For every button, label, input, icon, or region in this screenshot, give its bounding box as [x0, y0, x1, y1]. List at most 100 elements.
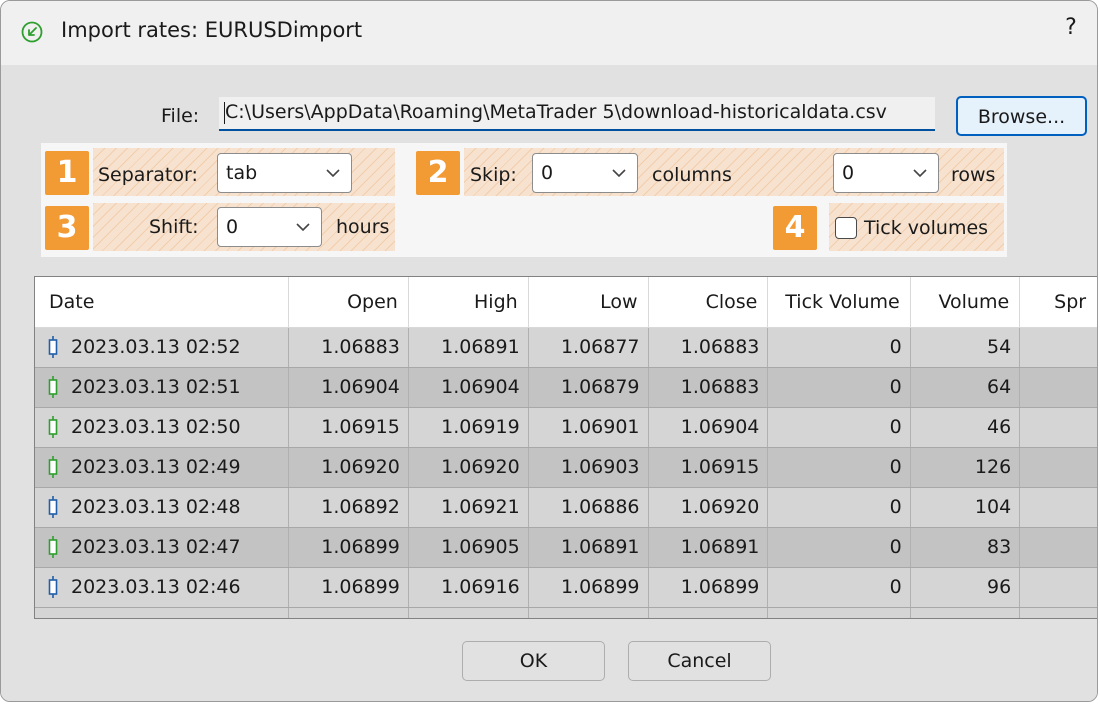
table-row[interactable]: 2023.03.13 02:50 1.06915 1.06919 1.06901 1.0… [35, 407, 1097, 448]
table-row[interactable]: 2023.03.13 02:48 1.06892 1.06921 1.06886 1.0… [35, 487, 1097, 528]
cell-tick-volume: 0 [767, 567, 911, 608]
rows-label: rows [951, 164, 996, 186]
badge-1: 1 [45, 151, 89, 195]
table-row[interactable]: 2023.03.13 02:49 1.06920 1.06920 1.06903 1.0… [35, 447, 1097, 488]
cell-date: 2023.03.13 02:48 [35, 487, 289, 528]
cell-tick-volume: 0 [767, 367, 911, 408]
cell-volume: 64 [910, 367, 1021, 408]
chevron-down-icon [296, 223, 310, 232]
shift-label: Shift: [149, 216, 199, 238]
cell-close: 1.06899 [648, 567, 769, 608]
candlestick-icon [48, 376, 58, 398]
rates-table: Date Open High Low Close Tick Volume Vol… [35, 277, 1097, 618]
cell-spread [1019, 367, 1097, 408]
cell-close: 1.06883 [648, 367, 769, 408]
separator-select[interactable]: tab [217, 153, 352, 193]
table-row[interactable]: 2023.03.13 02:46 1.06899 1.06916 1.06899 1.0… [35, 567, 1097, 608]
cell-open: 1.06920 [288, 447, 409, 488]
badge-4: 4 [773, 206, 817, 250]
cell-tick-volume: 0 [767, 447, 911, 488]
table-row[interactable]: 2023.03.13 02:47 1.06899 1.06905 1.06891 1.0… [35, 527, 1097, 568]
cell-low: 1.06879 [528, 367, 649, 408]
tick-volumes-label[interactable]: Tick volumes [864, 217, 988, 239]
cell-high: 1.06904 [408, 367, 529, 408]
shift-value: 0 [226, 216, 239, 238]
cell-open: 1.06915 [288, 407, 409, 448]
cell-empty [767, 607, 911, 618]
separator-value: tab [226, 162, 258, 184]
table-row-partial[interactable] [35, 607, 1097, 618]
candlestick-icon [48, 536, 58, 558]
separator-label: Separator: [98, 164, 198, 186]
date-text: 2023.03.13 02:46 [71, 576, 241, 598]
ok-button[interactable]: OK [462, 641, 605, 681]
cell-date: 2023.03.13 02:47 [35, 527, 289, 568]
import-arrow-icon [21, 21, 43, 43]
candlestick-icon [48, 416, 58, 438]
badge-2: 2 [416, 151, 460, 195]
shift-select[interactable]: 0 [217, 207, 322, 247]
cell-tick-volume: 0 [767, 407, 911, 448]
cell-volume: 96 [910, 567, 1021, 608]
date-text: 2023.03.13 02:50 [71, 416, 241, 438]
browse-button[interactable]: Browse... [956, 96, 1087, 136]
cell-empty [288, 607, 409, 618]
skip-columns-value: 0 [541, 162, 554, 184]
tick-volumes-checkbox[interactable] [835, 217, 857, 239]
table-row[interactable]: 2023.03.13 02:52 1.06883 1.06891 1.06877 1.0… [35, 327, 1097, 368]
cell-date: 2023.03.13 02:50 [35, 407, 289, 448]
date-text: 2023.03.13 02:49 [71, 456, 241, 478]
rates-preview-table[interactable]: Date Open High Low Close Tick Volume Vol… [34, 276, 1097, 619]
cell-high: 1.06916 [408, 567, 529, 608]
column-header-volume[interactable]: Volume [910, 277, 1021, 328]
date-text: 2023.03.13 02:48 [71, 496, 241, 518]
cell-open: 1.06892 [288, 487, 409, 528]
column-header-tick-volume[interactable]: Tick Volume [767, 277, 911, 328]
cell-date: 2023.03.13 02:52 [35, 327, 289, 368]
badge-3: 3 [45, 206, 89, 250]
title-bar: Import rates: EURUSDimport ? [1, 1, 1097, 65]
cell-date: 2023.03.13 02:46 [35, 567, 289, 608]
file-path-text: C:\Users\AppData\Roaming\MetaTrader 5\do… [225, 101, 887, 123]
date-text: 2023.03.13 02:47 [71, 536, 241, 558]
cell-volume: 126 [910, 447, 1021, 488]
table-header-row: Date Open High Low Close Tick Volume Vol… [35, 277, 1097, 328]
import-rates-dialog: Import rates: EURUSDimport ? File: C:\Us… [0, 0, 1098, 702]
cell-open: 1.06904 [288, 367, 409, 408]
cell-low: 1.06901 [528, 407, 649, 448]
cell-volume: 83 [910, 527, 1021, 568]
cell-empty [35, 607, 289, 618]
chevron-down-icon [612, 169, 626, 178]
candlestick-icon [48, 456, 58, 478]
column-header-date[interactable]: Date [35, 277, 289, 328]
candlestick-icon [48, 336, 58, 358]
cancel-button[interactable]: Cancel [628, 641, 771, 681]
skip-rows-select[interactable]: 0 [833, 153, 939, 193]
cell-empty [910, 607, 1021, 618]
cell-spread [1019, 327, 1097, 368]
table-body: 2023.03.13 02:52 1.06883 1.06891 1.06877 1.0… [35, 327, 1097, 618]
column-header-low[interactable]: Low [528, 277, 649, 328]
cell-date: 2023.03.13 02:51 [35, 367, 289, 408]
column-header-high[interactable]: High [408, 277, 529, 328]
cell-empty [528, 607, 649, 618]
cell-open: 1.06899 [288, 527, 409, 568]
chevron-down-icon [913, 169, 927, 178]
cell-tick-volume: 0 [767, 487, 911, 528]
skip-columns-select[interactable]: 0 [532, 153, 638, 193]
table-row[interactable]: 2023.03.13 02:51 1.06904 1.06904 1.06879 1.0… [35, 367, 1097, 408]
file-path-input[interactable]: C:\Users\AppData\Roaming\MetaTrader 5\do… [219, 97, 935, 131]
date-text: 2023.03.13 02:51 [71, 376, 241, 398]
cell-volume: 54 [910, 327, 1021, 368]
cell-empty [1019, 607, 1097, 618]
cell-low: 1.06891 [528, 527, 649, 568]
help-button[interactable]: ? [1059, 15, 1083, 40]
cell-close: 1.06915 [648, 447, 769, 488]
cell-open: 1.06883 [288, 327, 409, 368]
column-header-spread[interactable]: Spr [1019, 277, 1097, 328]
cell-close: 1.06891 [648, 527, 769, 568]
cell-volume: 104 [910, 487, 1021, 528]
column-header-open[interactable]: Open [288, 277, 409, 328]
cell-spread [1019, 567, 1097, 608]
column-header-close[interactable]: Close [648, 277, 769, 328]
